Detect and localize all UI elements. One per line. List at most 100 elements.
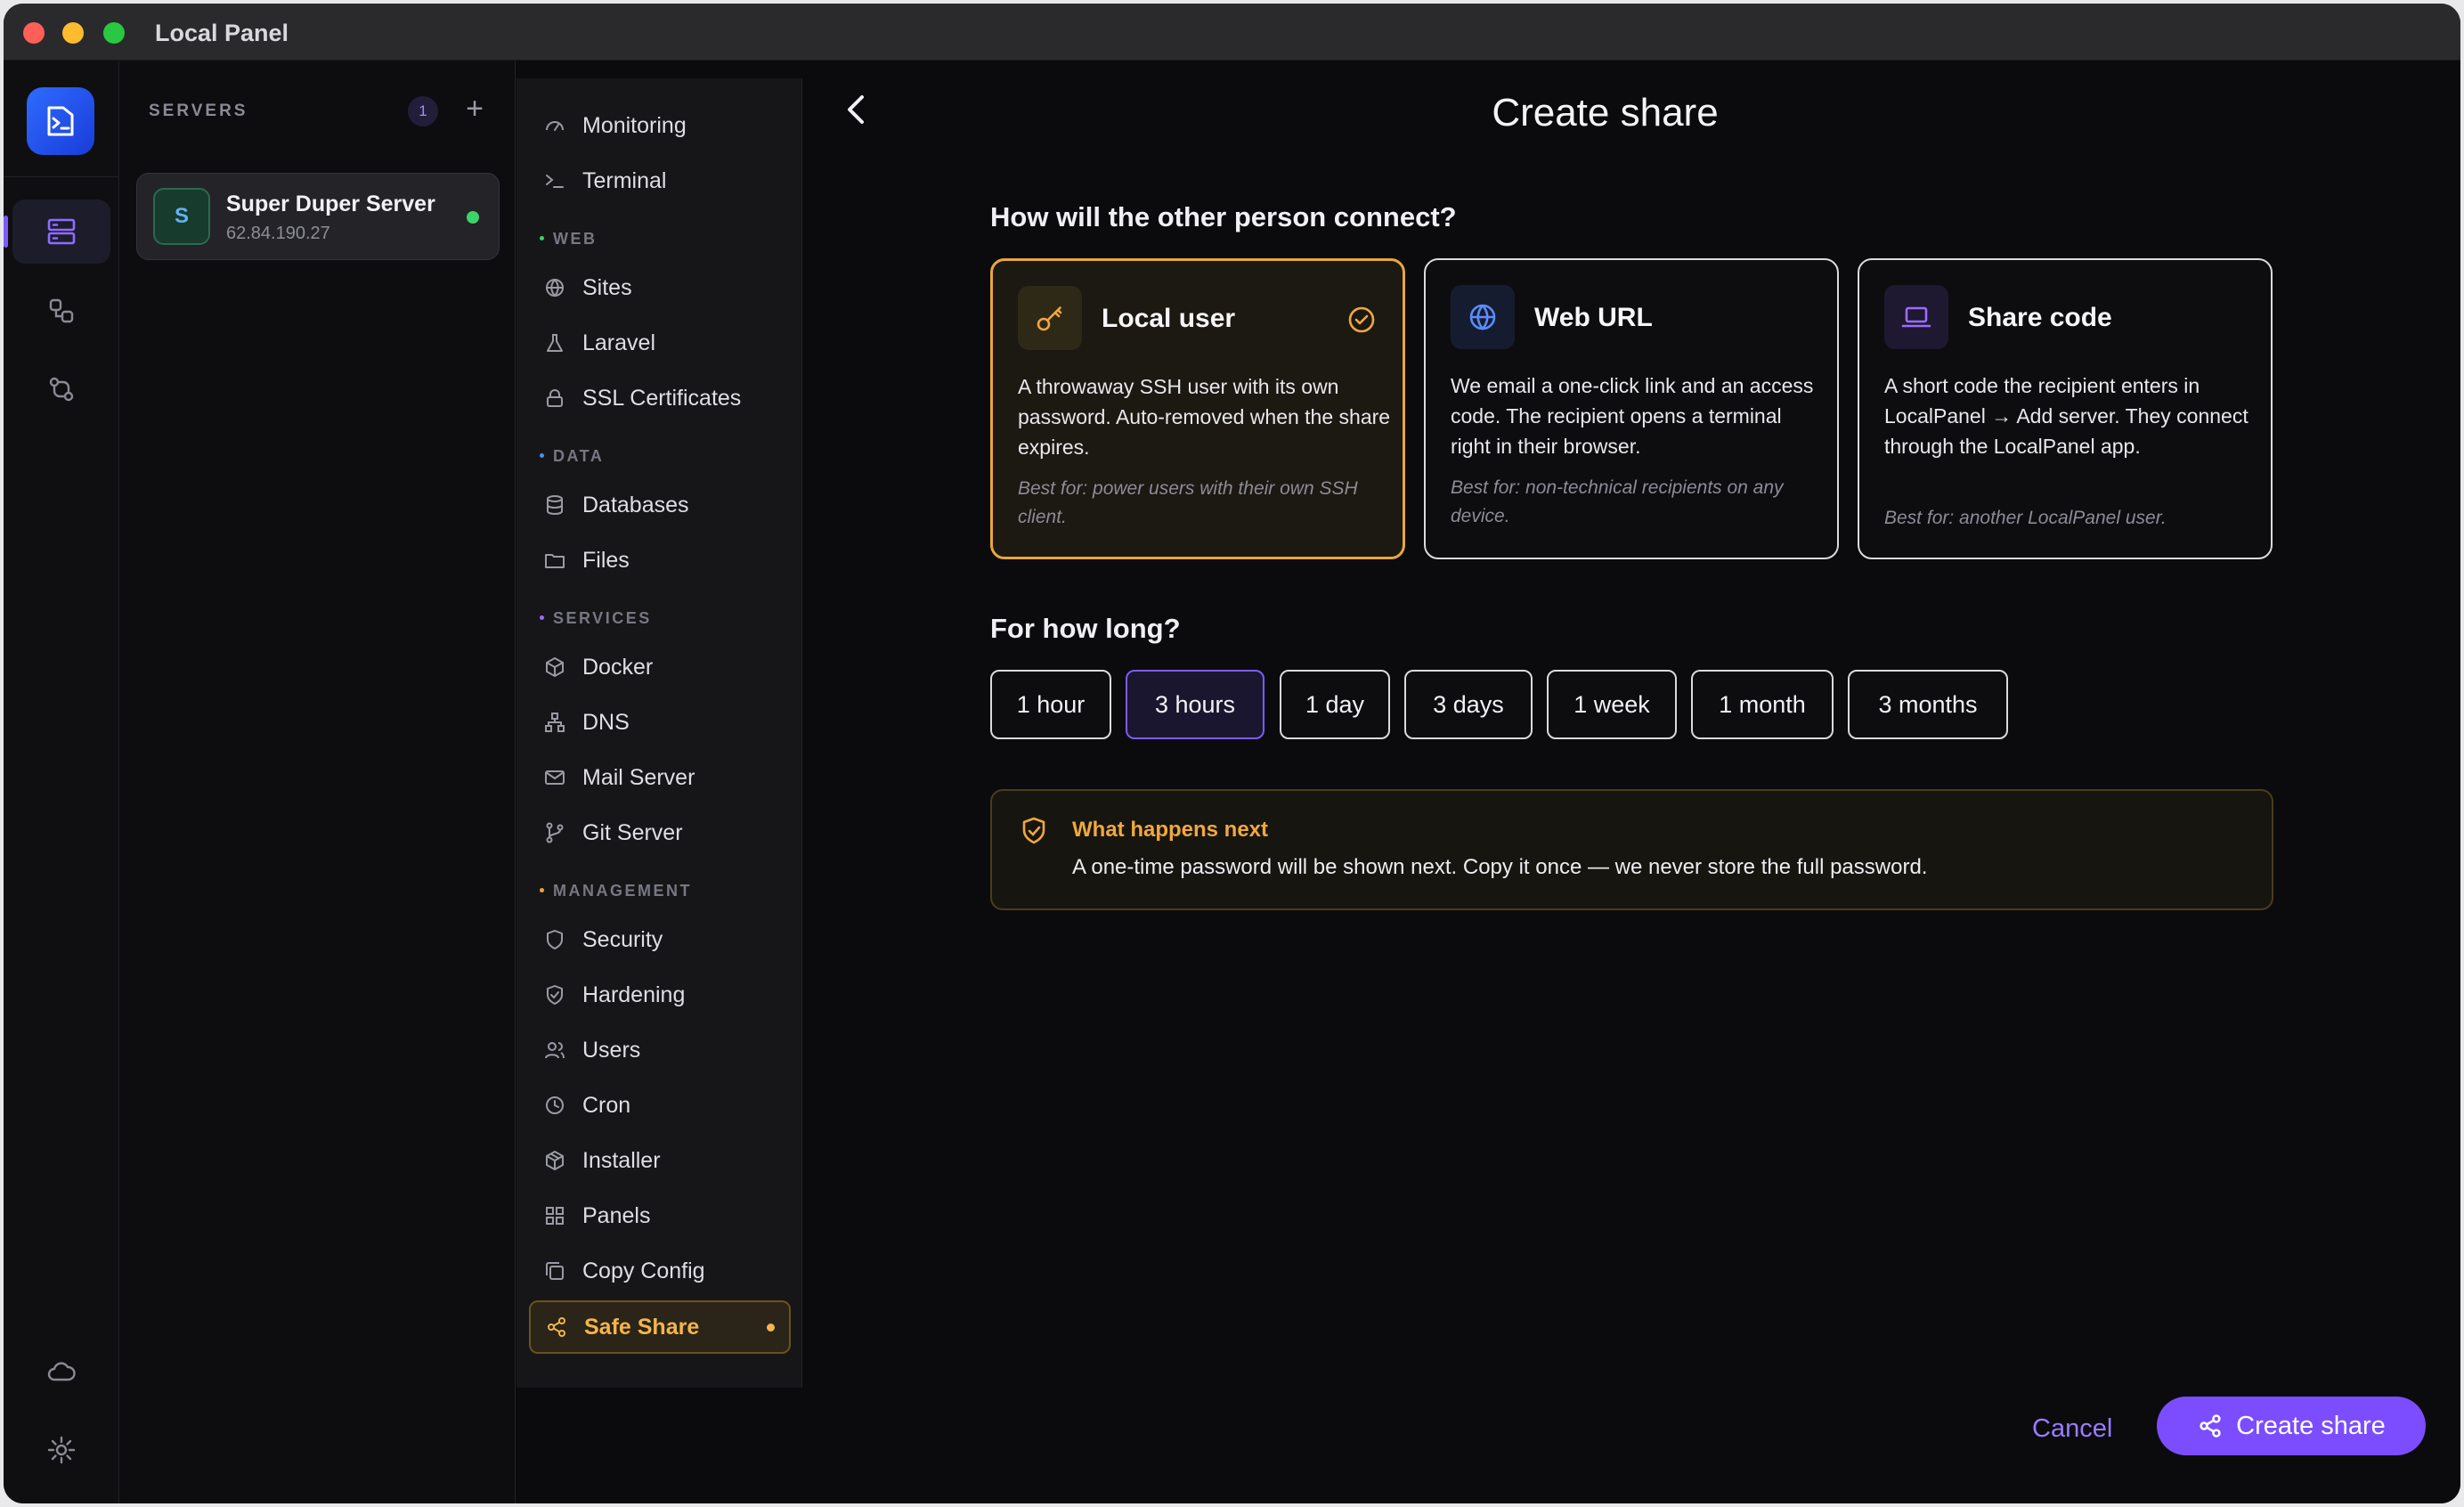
- nav-item-docker[interactable]: Docker: [529, 643, 791, 691]
- create-share-button[interactable]: Create share: [2157, 1397, 2426, 1455]
- nav-label: Laravel: [582, 330, 655, 355]
- option-title: Share code: [1968, 303, 2112, 332]
- server-ip: 62.84.190.27: [226, 224, 330, 243]
- nav-item-cron[interactable]: Cron: [529, 1081, 791, 1129]
- nav-section-services: SERVICES: [540, 609, 652, 628]
- cancel-button[interactable]: Cancel: [2032, 1414, 2112, 1444]
- connect-question: How will the other person connect?: [990, 201, 1457, 232]
- nav-item-panels[interactable]: Panels: [529, 1192, 791, 1240]
- nav-item-safe-share[interactable]: Safe Share: [529, 1300, 791, 1354]
- rail-transfer-button[interactable]: [12, 357, 110, 421]
- option-web-url[interactable]: Web URL We email a one-click link and an…: [1424, 258, 1839, 559]
- globe-icon: [1451, 285, 1515, 349]
- option-description: A throwaway SSH user with its own passwo…: [1018, 375, 1391, 459]
- share-icon: [548, 1317, 565, 1337]
- title-bar: Local Panel: [4, 4, 2460, 61]
- nav-section-management: MANAGEMENT: [540, 882, 692, 900]
- duration-1-day[interactable]: 1 day: [1280, 670, 1390, 739]
- nav-label: Mail Server: [582, 764, 695, 790]
- nav-label: Copy Config: [582, 1258, 705, 1283]
- nav-item-files[interactable]: Files: [529, 536, 791, 584]
- nav-item-hardening[interactable]: Hardening: [529, 971, 791, 1019]
- servers-count-badge: 1: [408, 96, 438, 126]
- nav-item-ssl-certificates[interactable]: SSL Certificates: [529, 374, 791, 422]
- nav-item-terminal[interactable]: Terminal: [529, 157, 791, 205]
- notice-title: What happens next: [1072, 818, 1269, 842]
- copy-icon: [546, 1262, 564, 1280]
- shield-icon: [547, 930, 563, 949]
- gear-icon: [47, 1436, 76, 1464]
- box-icon: [546, 657, 564, 677]
- option-best-for: Best for: power users with their own SSH…: [1018, 478, 1358, 527]
- duration-3-months[interactable]: 3 months: [1848, 670, 2008, 739]
- globe-icon: [546, 279, 564, 297]
- rail-connections-button[interactable]: [12, 279, 110, 343]
- nav-label: Sites: [582, 274, 632, 300]
- connection-nodes-icon: [49, 298, 74, 323]
- share-icon: [2200, 1414, 2221, 1438]
- network-icon: [545, 713, 565, 732]
- server-card[interactable]: S Super Duper Server 62.84.190.27: [136, 173, 500, 260]
- nav-item-installer[interactable]: Installer: [529, 1136, 791, 1185]
- servers-heading: SERVERS: [149, 102, 248, 120]
- nav-item-mail-server[interactable]: Mail Server: [529, 754, 791, 802]
- option-share-code[interactable]: Share code A short code the recipient en…: [1858, 258, 2273, 559]
- nav-label: Security: [582, 926, 663, 952]
- duration-question: For how long?: [990, 613, 1181, 644]
- database-icon: [547, 495, 563, 515]
- add-server-button[interactable]: +: [457, 91, 492, 126]
- option-local-user[interactable]: Local user A throwaway SSH user with its…: [990, 258, 1405, 559]
- clock-icon: [546, 1096, 564, 1114]
- option-best-for: Best for: non-technical recipients on an…: [1451, 477, 1784, 526]
- zoom-window-button[interactable]: [103, 22, 125, 44]
- rail-cloud-button[interactable]: [12, 1340, 110, 1405]
- nav-label: Cron: [582, 1092, 631, 1118]
- nav-item-sites[interactable]: Sites: [529, 264, 791, 312]
- nav-item-databases[interactable]: Databases: [529, 481, 791, 529]
- lock-icon: [547, 389, 563, 407]
- duration-1-hour[interactable]: 1 hour: [990, 670, 1111, 739]
- duration-1-month[interactable]: 1 month: [1691, 670, 1834, 739]
- server-avatar: S: [153, 188, 210, 245]
- page-title: Create share: [803, 91, 2460, 135]
- nav-label: Monitoring: [582, 112, 687, 138]
- nav-item-copy-config[interactable]: Copy Config: [529, 1247, 791, 1295]
- active-indicator-dot: [767, 1323, 775, 1332]
- grid-icon: [546, 1207, 564, 1225]
- option-title: Web URL: [1534, 303, 1653, 332]
- nav-section-data: DATA: [540, 447, 604, 466]
- notice-text: A one-time password will be shown next. …: [1072, 855, 1928, 879]
- rail-divider: [4, 176, 118, 177]
- rail-settings-button[interactable]: [12, 1418, 110, 1482]
- server-name: Super Duper Server: [226, 191, 435, 216]
- flask-icon: [547, 334, 563, 352]
- nav-label: Users: [582, 1037, 641, 1063]
- duration-3-days[interactable]: 3 days: [1404, 670, 1533, 739]
- cloud-icon: [47, 1362, 76, 1381]
- gauge-icon: [546, 121, 564, 131]
- duration-3-hours[interactable]: 3 hours: [1126, 670, 1265, 739]
- minimize-window-button[interactable]: [62, 22, 84, 44]
- nav-item-security[interactable]: Security: [529, 916, 791, 964]
- nav-item-laravel[interactable]: Laravel: [529, 319, 791, 367]
- close-window-button[interactable]: [23, 22, 45, 44]
- nav-item-git-server[interactable]: Git Server: [529, 809, 791, 857]
- app-logo-icon[interactable]: [27, 87, 94, 155]
- server-online-indicator: [467, 211, 479, 224]
- server-nav: Monitoring Terminal WEB Sites Laravel SS…: [516, 78, 802, 1388]
- nav-label: Hardening: [582, 982, 686, 1007]
- shield-check-icon: [1022, 817, 1045, 844]
- duration-1-week[interactable]: 1 week: [1547, 670, 1677, 739]
- nav-item-dns[interactable]: DNS: [529, 698, 791, 746]
- terminal-icon: [546, 175, 564, 188]
- option-title: Local user: [1102, 304, 1236, 333]
- nav-item-users[interactable]: Users: [529, 1026, 791, 1074]
- nav-label: DNS: [582, 709, 630, 735]
- nav-label: Docker: [582, 654, 654, 680]
- check-circle-icon: [1348, 306, 1375, 333]
- nav-label: Files: [582, 547, 630, 573]
- shield-check-icon: [547, 985, 563, 1005]
- nav-item-monitoring[interactable]: Monitoring: [529, 102, 791, 150]
- nav-label: Databases: [582, 492, 689, 517]
- rail-servers-button[interactable]: [4, 200, 110, 264]
